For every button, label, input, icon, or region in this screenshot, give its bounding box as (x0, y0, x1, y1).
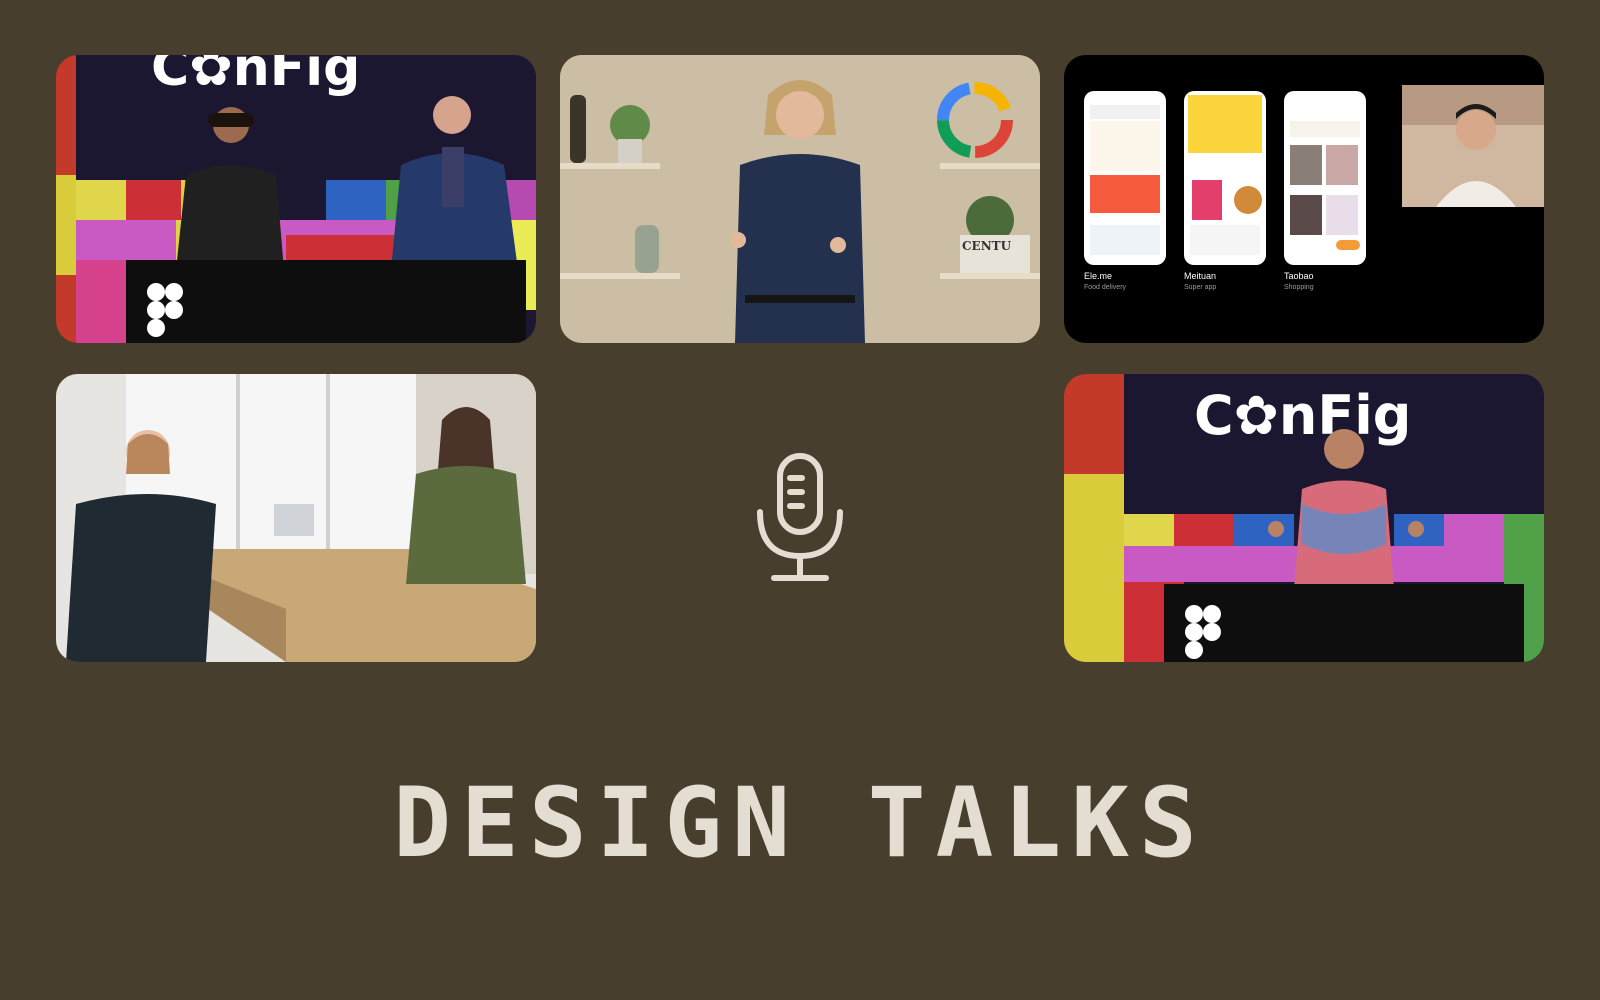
svg-text:C✿nFig: C✿nFig (151, 55, 360, 98)
microphone-icon (752, 452, 848, 584)
video-tile-config-duo[interactable]: C✿nFig (56, 55, 536, 343)
svg-text:CENTU: CENTU (962, 239, 1012, 253)
office-duo-illustration (56, 374, 536, 662)
app-category-meituan: Super app (1184, 284, 1216, 291)
app-category-taobao: Shopping (1284, 284, 1314, 291)
config-solo-illustration: C✿nFig (1064, 374, 1544, 662)
video-tile-config-solo[interactable]: C✿nFig (1064, 374, 1544, 662)
video-tile-office-duo[interactable] (56, 374, 536, 662)
page-title: DESIGN TALKS (393, 767, 1207, 879)
app-showcase-illustration: Ele.me Food delivery Meituan Super app T… (1064, 55, 1544, 343)
svg-text:C✿nFig: C✿nFig (1194, 384, 1411, 447)
app-name-meituan: Meituan (1184, 271, 1216, 281)
app-name-eleme: Ele.me (1084, 271, 1112, 281)
config-duo-illustration: C✿nFig (56, 55, 536, 343)
google-presenter-illustration: CENTU (560, 55, 1040, 343)
app-category-eleme: Food delivery (1084, 284, 1127, 291)
video-tile-google-presenter[interactable]: CENTU (560, 55, 1040, 343)
video-tile-app-showcase[interactable]: Ele.me Food delivery Meituan Super app T… (1064, 55, 1544, 343)
app-name-taobao: Taobao (1284, 271, 1314, 281)
